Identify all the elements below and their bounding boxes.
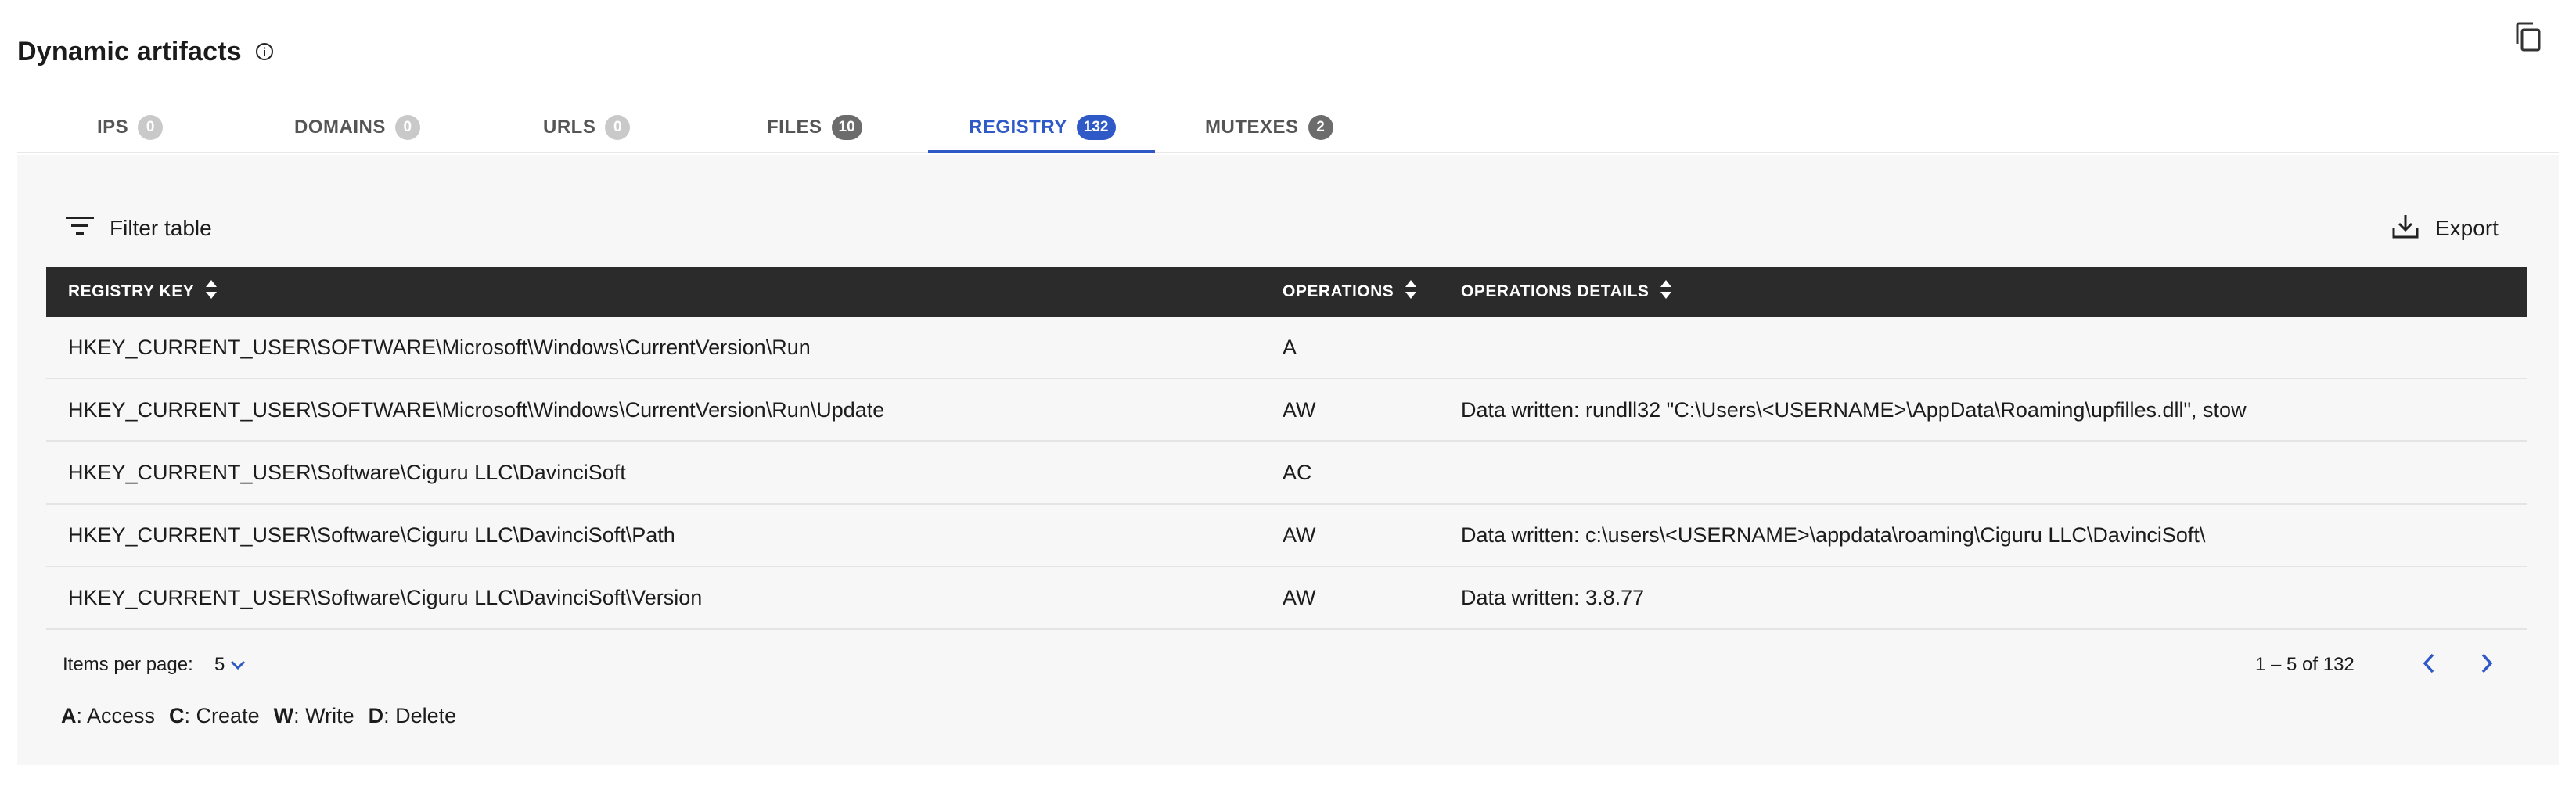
operations-cell: AC (1283, 460, 1312, 484)
operations-details-cell: Data written: c:\users\<USERNAME>\appdat… (1461, 522, 2206, 547)
items-per-page-select[interactable]: 5 (214, 651, 246, 679)
info-icon[interactable] (254, 41, 275, 62)
export-button[interactable]: Export (2391, 206, 2499, 250)
legend-label: : Access (76, 704, 156, 727)
table-row[interactable]: HKEY_CURRENT_USER\SOFTWARE\Microsoft\Win… (46, 379, 2527, 442)
column-header-operations-details[interactable]: OPERATIONS DETAILS (1461, 267, 1672, 317)
page-header: Dynamic artifacts (17, 30, 275, 74)
column-label: OPERATIONS (1283, 282, 1394, 300)
filter-icon (66, 215, 110, 242)
chevron-left-icon (2422, 652, 2436, 678)
chevron-down-icon (225, 654, 246, 676)
download-icon (2391, 212, 2435, 246)
tab-label: DOMAINS (294, 117, 386, 138)
operations-legend: A: Access C: Create W: Write D: Delete (61, 704, 470, 728)
legend-label: : Create (184, 704, 260, 727)
sort-icon (194, 278, 218, 305)
items-per-page-value: 5 (214, 654, 225, 675)
legend-key: D (368, 704, 384, 727)
column-label: OPERATIONS DETAILS (1461, 282, 1650, 300)
tab-count-badge: 10 (831, 115, 862, 140)
operations-cell: AW (1283, 585, 1316, 609)
legend-key: W (273, 704, 294, 727)
tab-registry[interactable]: REGISTRY 132 (969, 102, 1116, 153)
tab-label: FILES (767, 117, 822, 138)
tab-bar: IPS 0 DOMAINS 0 URLS 0 FILES 10 REGISTRY… (17, 102, 2559, 153)
operations-cell: A (1283, 335, 1297, 359)
registry-panel: Filter table Export REGISTRY KEY OPERATI… (17, 155, 2559, 765)
legend-item-access: A: Access (61, 704, 155, 728)
previous-page-button[interactable] (2413, 649, 2445, 680)
legend-label: : Delete (383, 704, 457, 727)
registry-key-cell: HKEY_CURRENT_USER\SOFTWARE\Microsoft\Win… (68, 335, 811, 359)
column-header-registry-key[interactable]: REGISTRY KEY (68, 267, 218, 317)
registry-key-cell: HKEY_CURRENT_USER\Software\Ciguru LLC\Da… (68, 460, 626, 484)
registry-key-cell: HKEY_CURRENT_USER\SOFTWARE\Microsoft\Win… (68, 397, 885, 422)
legend-item-create: C: Create (169, 704, 260, 728)
tab-label: IPS (97, 117, 129, 138)
tab-urls[interactable]: URLS 0 (543, 102, 631, 153)
tab-count-badge: 0 (605, 115, 631, 140)
legend-label: : Write (293, 704, 354, 727)
filter-table-label: Filter table (110, 216, 212, 240)
legend-item-delete: D: Delete (369, 704, 457, 728)
tab-count-badge: 0 (138, 115, 164, 140)
sort-icon (1394, 278, 1417, 305)
operations-cell: AW (1283, 522, 1316, 547)
tab-label: MUTEXES (1205, 117, 1299, 138)
table-header: REGISTRY KEY OPERATIONS OPERATIONS DETAI… (46, 267, 2527, 317)
chevron-right-icon (2480, 652, 2494, 678)
copy-button[interactable] (2509, 19, 2548, 58)
tab-ips[interactable]: IPS 0 (97, 102, 164, 153)
registry-key-cell: HKEY_CURRENT_USER\Software\Ciguru LLC\Da… (68, 522, 675, 547)
column-label: REGISTRY KEY (68, 282, 195, 300)
export-label: Export (2435, 216, 2499, 240)
sort-icon (1649, 278, 1672, 305)
column-header-operations[interactable]: OPERATIONS (1283, 267, 1417, 317)
page-title: Dynamic artifacts (17, 36, 242, 66)
tab-count-badge: 132 (1076, 115, 1116, 140)
operations-cell: AW (1283, 397, 1316, 422)
next-page-button[interactable] (2471, 649, 2502, 680)
tab-files[interactable]: FILES 10 (767, 102, 862, 153)
tab-count-badge: 0 (394, 115, 420, 140)
tab-label: URLS (543, 117, 596, 138)
table-row[interactable]: HKEY_CURRENT_USER\SOFTWARE\Microsoft\Win… (46, 317, 2527, 379)
registry-key-cell: HKEY_CURRENT_USER\Software\Ciguru LLC\Da… (68, 585, 703, 609)
registry-table: REGISTRY KEY OPERATIONS OPERATIONS DETAI… (46, 267, 2527, 630)
copy-icon (2513, 20, 2544, 57)
table-row[interactable]: HKEY_CURRENT_USER\Software\Ciguru LLC\Da… (46, 505, 2527, 567)
operations-details-cell: Data written: rundll32 "C:\Users\<USERNA… (1461, 397, 2247, 422)
items-per-page-label: Items per page: (63, 654, 193, 675)
table-row[interactable]: HKEY_CURRENT_USER\Software\Ciguru LLC\Da… (46, 442, 2527, 505)
legend-item-write: W: Write (274, 704, 354, 728)
tab-count-badge: 2 (1308, 115, 1333, 140)
active-tab-indicator (928, 150, 1155, 153)
tab-label: REGISTRY (969, 117, 1067, 138)
operations-details-cell: Data written: 3.8.77 (1461, 585, 1645, 609)
table-row[interactable]: HKEY_CURRENT_USER\Software\Ciguru LLC\Da… (46, 567, 2527, 630)
filter-table-button[interactable]: Filter table (66, 206, 212, 250)
legend-key: A (61, 704, 77, 727)
legend-key: C (169, 704, 185, 727)
tab-domains[interactable]: DOMAINS 0 (294, 102, 420, 153)
tab-mutexes[interactable]: MUTEXES 2 (1205, 102, 1333, 153)
pagination-range: 1 – 5 of 132 (2255, 654, 2355, 675)
